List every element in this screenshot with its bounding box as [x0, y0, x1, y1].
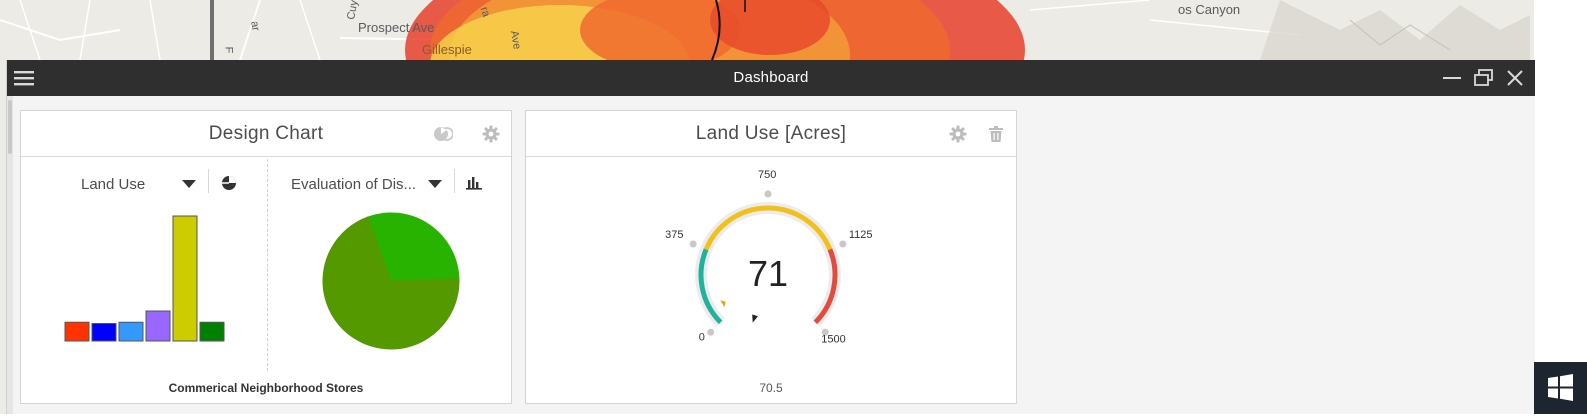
pie-chart-icon[interactable]	[219, 173, 239, 193]
gauge-tick-dot	[689, 240, 697, 248]
divider	[208, 169, 209, 193]
land-use-dropdown-label[interactable]: Land Use	[81, 176, 145, 193]
land-use-title: Land Use [Acres]	[695, 123, 847, 144]
gauge-value-marker	[720, 300, 726, 308]
gauge-needle	[752, 314, 758, 323]
bar-5[interactable]	[199, 321, 225, 342]
windows-logo-icon	[1548, 374, 1573, 401]
bar-2[interactable]	[118, 321, 144, 342]
gauge-footer-value: 70.5	[759, 381, 783, 395]
bar-1[interactable]	[91, 323, 117, 342]
gauge-tick-label: 1500	[821, 333, 845, 345]
design-chart-panel: Design Chart Land Use Evaluation of Dis.…	[20, 110, 512, 404]
gauge-tick-dot	[839, 240, 847, 248]
trash-icon[interactable]	[986, 124, 1006, 144]
divider	[454, 169, 455, 193]
evaluation-pie-chart	[322, 212, 460, 350]
gauge-tick-label: 1125	[849, 229, 873, 241]
bar-0[interactable]	[64, 321, 90, 342]
map-label-ar: ar	[248, 20, 262, 32]
land-use-header: Land Use [Acres]	[526, 111, 1016, 157]
gauge-tick-dot	[764, 190, 772, 198]
evaluation-dropdown-label[interactable]: Evaluation of Dis...	[291, 176, 416, 193]
map-label-prospect: Prospect Ave	[358, 20, 435, 35]
map-label-canyon: os Canyon	[1178, 2, 1241, 17]
dashboard-window: Dashboard Design Chart Land Use Evaluati…	[6, 60, 1535, 414]
minimize-icon[interactable]	[1439, 60, 1465, 96]
gear-icon[interactable]	[481, 124, 501, 144]
right-scrollbar[interactable]	[1534, 60, 1587, 362]
chart-overlay-icon[interactable]	[433, 124, 453, 144]
bar-4[interactable]	[172, 215, 198, 342]
dashboard-titlebar: Dashboard	[7, 60, 1535, 96]
land-use-panel: Land Use [Acres] 0 375 750 1125 1500 71 70.5	[525, 110, 1017, 404]
map-label-gillespie: Gillespie	[422, 42, 472, 57]
gauge-value: 71	[747, 253, 789, 294]
chart-divider	[267, 159, 269, 371]
chevron-down-icon[interactable]	[428, 180, 442, 188]
gauge-tick-label: 750	[758, 169, 776, 181]
chevron-down-icon[interactable]	[182, 180, 196, 188]
gauge-tick-label: 375	[665, 229, 683, 241]
left-scrollbar[interactable]	[7, 96, 13, 414]
land-use-bar-chart	[64, 215, 225, 342]
map-canvas	[0, 0, 1587, 60]
map-label-e: F	[222, 46, 235, 54]
gear-icon[interactable]	[948, 124, 968, 144]
bar-chart-icon[interactable]	[464, 173, 484, 193]
windows-start-button[interactable]	[1534, 362, 1587, 414]
chart-footer-label: Commerical Neighborhood Stores	[168, 381, 364, 395]
close-icon[interactable]	[1502, 60, 1528, 96]
gauge-tick-dot	[707, 328, 715, 336]
dashboard-title: Dashboard	[733, 69, 809, 86]
restore-icon[interactable]	[1471, 60, 1497, 96]
design-chart-header: Design Chart	[21, 111, 511, 157]
gauge-tick-label: 0	[699, 331, 705, 343]
scroll-thumb[interactable]	[8, 100, 12, 154]
bar-3[interactable]	[145, 310, 171, 342]
